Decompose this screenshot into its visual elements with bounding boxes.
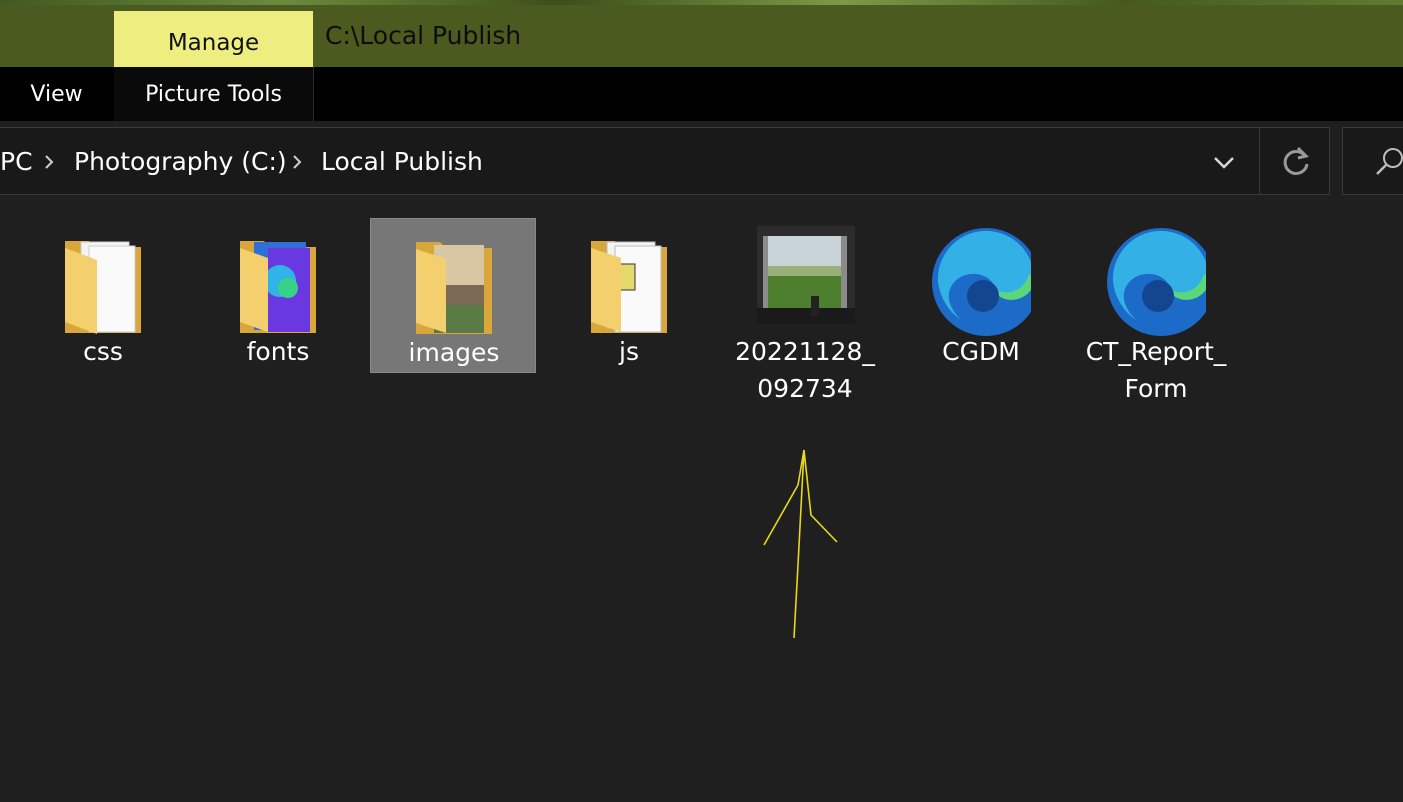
title-bar: Manage C:\Local Publish (0, 0, 1403, 67)
folder-icon (591, 241, 667, 333)
folder-js[interactable]: js (546, 218, 712, 373)
file-label-line: CT_Report_ (1085, 337, 1227, 366)
breadcrumb-local-publish[interactable]: Local Publish (321, 128, 483, 196)
file-label-line: Form (1124, 374, 1188, 403)
chevron-right-icon[interactable] (44, 153, 54, 171)
address-bar[interactable]: PC Photography (C:) Local Publish (0, 127, 1330, 195)
tab-manage[interactable]: Manage (114, 11, 313, 67)
search-box[interactable] (1342, 127, 1403, 195)
wallpaper-strip (0, 0, 1403, 5)
file-label: CGDM (942, 337, 1020, 366)
tab-picture-tools[interactable]: Picture Tools (114, 67, 314, 121)
edge-browser-icon (932, 228, 1031, 336)
folder-icon (416, 242, 492, 334)
file-label: css (83, 337, 123, 366)
folder-images[interactable]: images (370, 218, 536, 373)
ribbon-tabs: View Picture Tools (0, 67, 1403, 121)
breadcrumb-photography[interactable]: Photography (C:) (74, 128, 287, 196)
chevron-right-icon[interactable] (292, 153, 302, 171)
image-thumbnail-icon (757, 226, 855, 324)
breadcrumb-pc[interactable]: PC (0, 128, 33, 196)
chevron-down-icon[interactable] (1207, 148, 1241, 176)
tab-view[interactable]: View (0, 67, 113, 121)
folder-icon (65, 241, 141, 334)
folder-css[interactable]: css (20, 218, 186, 373)
window-title: C:\Local Publish (325, 21, 522, 50)
file-label: images (408, 338, 500, 367)
file-label: 20221128_ 092734 (722, 333, 888, 407)
file-label-line: 20221128_ (735, 337, 875, 366)
file-label-line: 092734 (757, 374, 853, 403)
shortcut-cgdm[interactable]: CGDM (898, 218, 1064, 373)
divider (1259, 128, 1260, 194)
refresh-icon[interactable] (1278, 144, 1314, 180)
edge-browser-icon (1107, 228, 1206, 336)
file-label: js (619, 337, 639, 366)
shortcut-ct-report-form[interactable]: CT_Report_ Form (1073, 218, 1239, 403)
image-file[interactable]: 20221128_ 092734 (722, 218, 888, 403)
folder-icon (240, 241, 316, 333)
folder-fonts[interactable]: fonts (195, 218, 361, 373)
search-icon (1376, 148, 1403, 175)
file-label: fonts (246, 337, 310, 366)
annotation-arrow-icon (763, 449, 838, 639)
file-label: CT_Report_ Form (1073, 333, 1239, 407)
